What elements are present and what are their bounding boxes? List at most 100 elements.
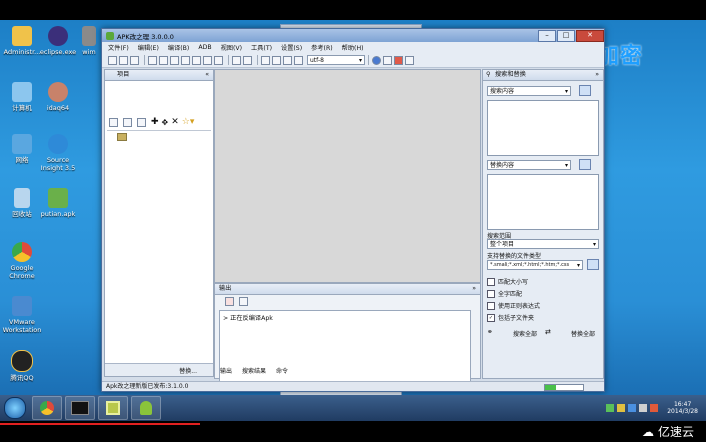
encoding-select[interactable]: utf-8 ▾ xyxy=(307,55,365,65)
refresh-icon[interactable] xyxy=(137,118,146,127)
clock-time: 16:47 xyxy=(673,401,692,408)
desktop-icon-putian-apk[interactable]: putian.apk xyxy=(36,188,80,218)
find-icon[interactable] xyxy=(261,55,270,65)
taskbar-android[interactable] xyxy=(131,396,161,420)
tray-volume-icon[interactable] xyxy=(639,404,648,412)
search-all-button[interactable]: 搜索全部 xyxy=(513,329,537,338)
replace-content-combo[interactable]: 替换内容 xyxy=(487,160,571,170)
collapse-down-icon[interactable]: » xyxy=(472,284,476,294)
search-content-combo[interactable]: 搜索内容 xyxy=(487,86,571,96)
collapse-icon[interactable]: « xyxy=(205,70,209,80)
tab-command[interactable]: 命令 xyxy=(276,367,288,377)
maximize-button[interactable]: □ xyxy=(557,29,575,42)
expand-icon[interactable]: ✥ xyxy=(162,118,169,127)
save-all-icon[interactable] xyxy=(159,55,168,65)
tray-security-icon[interactable] xyxy=(628,404,637,412)
delete-icon[interactable]: ✕ xyxy=(171,118,179,127)
include-subfolders-label: 包括子文件夹 xyxy=(498,315,535,322)
bookmark-icon[interactable] xyxy=(294,55,303,65)
desktop-icon-chrome[interactable]: Google Chrome xyxy=(0,242,44,280)
menu-edit[interactable]: 编辑(E) xyxy=(138,43,159,52)
video-progress-line[interactable] xyxy=(0,423,200,425)
star-icon[interactable]: ☆▾ xyxy=(182,118,195,127)
new-folder-icon[interactable] xyxy=(123,118,132,127)
home-icon[interactable] xyxy=(405,55,414,65)
delete-icon[interactable] xyxy=(203,55,212,65)
search-text-area[interactable] xyxy=(487,100,599,156)
desktop-icon-source-insight[interactable]: Source Insight 3.5 xyxy=(36,134,80,172)
menu-help[interactable]: 帮助(H) xyxy=(342,43,364,52)
search-icon: ⚲ xyxy=(486,71,491,78)
start-button[interactable] xyxy=(4,397,26,419)
open-icon[interactable] xyxy=(108,55,117,65)
search-replace-panel: ⚲ 搜索和替换 » 搜索内容 替换内容 搜索范围 整个项目 支持替换的文件类型 … xyxy=(482,69,604,379)
apk-editor-window: APK改之理 3.0.0.0 – □ ✕ 文件(F) 编辑(E) 编译(B) A… xyxy=(101,28,605,392)
menu-view[interactable]: 视图(V) xyxy=(221,43,242,52)
taskbar-apk-editor[interactable] xyxy=(98,396,128,420)
new-file-icon[interactable] xyxy=(109,118,118,127)
clock[interactable]: 16:47 2014/3/28 xyxy=(667,401,698,415)
taskbar-chrome[interactable] xyxy=(32,396,62,420)
chrome-icon xyxy=(12,242,32,262)
desktop-icon-qq[interactable]: 腾讯QQ xyxy=(0,350,44,382)
desktop-icon-label: 计算机 xyxy=(12,104,32,112)
info-icon[interactable] xyxy=(372,55,381,65)
tray-network-icon[interactable] xyxy=(606,404,615,412)
tab-output[interactable]: 输出 xyxy=(220,367,232,377)
copy-icon[interactable] xyxy=(170,55,179,65)
goto-icon[interactable] xyxy=(283,55,292,65)
minimize-button[interactable]: – xyxy=(538,29,556,42)
menu-adb[interactable]: ADB xyxy=(198,44,211,51)
desktop-icon-wim[interactable]: wim xyxy=(76,26,102,56)
binoculars-icon: ⚭ xyxy=(487,328,493,336)
whole-word-checkbox[interactable]: 全字匹配 xyxy=(487,289,522,298)
collapse-icon[interactable]: » xyxy=(595,70,599,80)
desktop-icon-eclipse[interactable]: eclipse.exe xyxy=(36,26,80,56)
file-types-combo[interactable]: *.smali;*.xml;*.html;*.htm;*.css xyxy=(487,260,583,270)
menu-file[interactable]: 文件(F) xyxy=(108,43,129,52)
editor-area[interactable] xyxy=(214,69,481,283)
cut-icon[interactable] xyxy=(192,55,201,65)
print-icon[interactable] xyxy=(214,55,223,65)
close-button[interactable]: ✕ xyxy=(576,29,604,42)
tray-shield-icon[interactable] xyxy=(617,404,626,412)
tray-flag-icon[interactable] xyxy=(650,404,659,412)
menu-settings[interactable]: 设置(S) xyxy=(281,43,302,52)
file-types-button[interactable] xyxy=(587,259,599,270)
menu-tools[interactable]: 工具(T) xyxy=(251,43,272,52)
settings-icon[interactable] xyxy=(383,55,392,65)
status-text: Apk改之理新版已发布:3.1.0.0 xyxy=(106,383,189,390)
save-icon[interactable] xyxy=(148,55,157,65)
replace-options-button[interactable] xyxy=(579,159,591,170)
scope-combo[interactable]: 整个项目 xyxy=(487,239,599,249)
title-bar[interactable]: APK改之理 3.0.0.0 – □ ✕ xyxy=(102,29,604,42)
replace-icon[interactable] xyxy=(272,55,281,65)
open-project-icon[interactable] xyxy=(119,55,128,65)
add-icon[interactable]: ✚ xyxy=(151,118,159,127)
encoding-value: utf-8 xyxy=(310,57,324,64)
match-case-checkbox[interactable]: 匹配大小写 xyxy=(487,277,528,286)
tab-search-results[interactable]: 搜索结果 xyxy=(242,367,266,377)
copy-output-icon[interactable] xyxy=(239,297,248,306)
tree-node[interactable] xyxy=(117,133,127,141)
undo-icon[interactable] xyxy=(232,55,241,65)
redo-icon[interactable] xyxy=(243,55,252,65)
replace-all-button[interactable]: 替换全部 xyxy=(571,329,595,338)
clear-output-icon[interactable] xyxy=(225,297,234,306)
taskbar-terminal[interactable] xyxy=(65,396,95,420)
status-bar: Apk改之理新版已发布:3.1.0.0 xyxy=(102,381,604,391)
search-options-button[interactable] xyxy=(579,85,591,96)
replace-text-area[interactable] xyxy=(487,174,599,230)
stop-icon[interactable] xyxy=(394,55,403,65)
paste-icon[interactable] xyxy=(181,55,190,65)
desktop-icon-vmware[interactable]: VMware Workstation xyxy=(0,296,44,334)
replace-ellipsis-button[interactable]: 替换... xyxy=(179,366,197,375)
new-icon[interactable] xyxy=(130,55,139,65)
checkbox-box xyxy=(487,301,495,310)
desktop-icon-label: Google Chrome xyxy=(9,264,35,280)
menu-reference[interactable]: 参考(R) xyxy=(311,43,333,52)
include-subfolders-checkbox[interactable]: ✓ 包括子文件夹 xyxy=(487,313,534,322)
desktop-icon-idaq64[interactable]: idaq64 xyxy=(36,82,80,112)
regex-checkbox[interactable]: 使用正则表达式 xyxy=(487,301,540,310)
menu-build[interactable]: 编译(B) xyxy=(168,43,189,52)
